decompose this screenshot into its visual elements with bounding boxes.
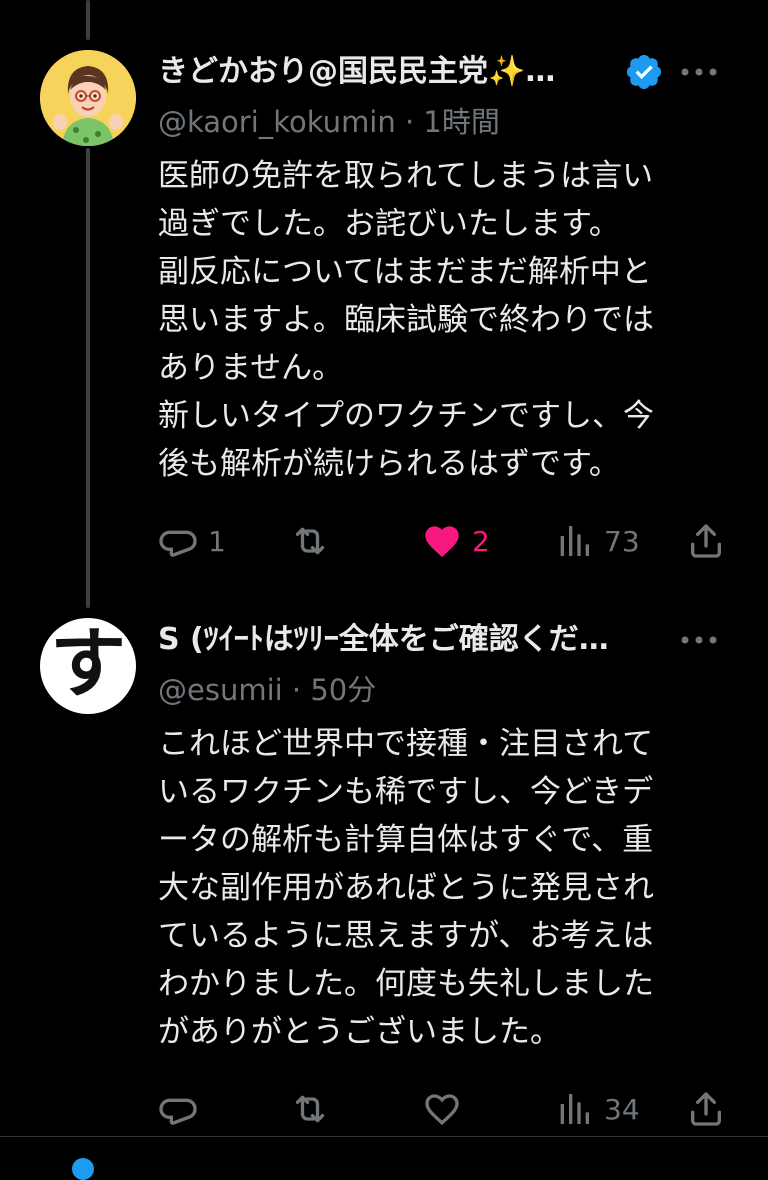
tweet-header: きどかおり@国民民主党✨… [158, 50, 728, 94]
like-button[interactable]: 2 [422, 517, 490, 565]
view-count: 73 [604, 524, 640, 558]
more-options-icon[interactable] [676, 622, 722, 658]
view-count: 34 [604, 1092, 640, 1126]
timestamp[interactable]: 1時間 [423, 105, 499, 139]
display-name[interactable]: S (ﾂｲｰﾄはﾂﾘｰ全体をご確認くだ… [158, 618, 609, 662]
reply-button[interactable] [158, 1085, 208, 1133]
tweet-text: 医師の免許を取られてしまうは言い 過ぎでした。お詫びいたします。 副反応について… [158, 158, 654, 482]
action-bar: 34 [158, 1085, 728, 1133]
thread-connector-top [86, 0, 90, 40]
views-button[interactable]: 73 [554, 517, 640, 565]
avatar-glyph: す [50, 619, 126, 708]
handle[interactable]: @kaori_kokumin [158, 105, 396, 139]
meta-separator: · [404, 105, 415, 139]
share-icon [691, 524, 721, 558]
retweet-button[interactable] [290, 517, 340, 565]
verified-badge-icon[interactable] [624, 52, 664, 92]
reply-count: 1 [208, 524, 226, 558]
retweet-icon [295, 1095, 325, 1123]
views-button[interactable]: 34 [554, 1085, 640, 1133]
tweet-meta: @esumii · 50分 [158, 670, 376, 710]
handle[interactable]: @esumii [158, 673, 283, 707]
share-button[interactable] [686, 1085, 726, 1133]
timestamp[interactable]: 50分 [310, 673, 376, 707]
avatar-illustration [40, 50, 136, 146]
action-bar: 1 2 73 [158, 517, 728, 565]
display-name[interactable]: きどかおり@国民民主党✨… [158, 50, 555, 94]
tweet-meta: @kaori_kokumin · 1時間 [158, 102, 500, 142]
like-button[interactable] [422, 1085, 472, 1133]
tweet-header: S (ﾂｲｰﾄはﾂﾘｰ全体をご確認くだ… [158, 618, 728, 662]
heart-filled-icon [425, 526, 459, 557]
next-avatar-peek [72, 1158, 94, 1180]
share-button[interactable] [686, 517, 726, 565]
thread-connector [86, 148, 90, 608]
retweet-icon [295, 527, 325, 555]
tweet-divider [0, 1136, 768, 1137]
retweet-button[interactable] [290, 1085, 340, 1133]
reply-button[interactable]: 1 [158, 517, 226, 565]
views-chart-icon [560, 526, 589, 556]
share-icon [691, 1092, 721, 1126]
tweet-text: これほど世界中で接種・注目されて いるワクチンも稀ですし、今どきデ ータの解析も… [158, 726, 654, 1050]
views-chart-icon [560, 1094, 589, 1124]
avatar[interactable]: す [40, 618, 136, 714]
heart-outline-icon [425, 1094, 459, 1126]
reply-icon [159, 530, 197, 557]
reply-icon [159, 1098, 197, 1125]
more-options-icon[interactable] [676, 54, 722, 90]
avatar[interactable] [40, 50, 136, 146]
like-count: 2 [472, 524, 490, 558]
meta-separator: · [291, 673, 302, 707]
